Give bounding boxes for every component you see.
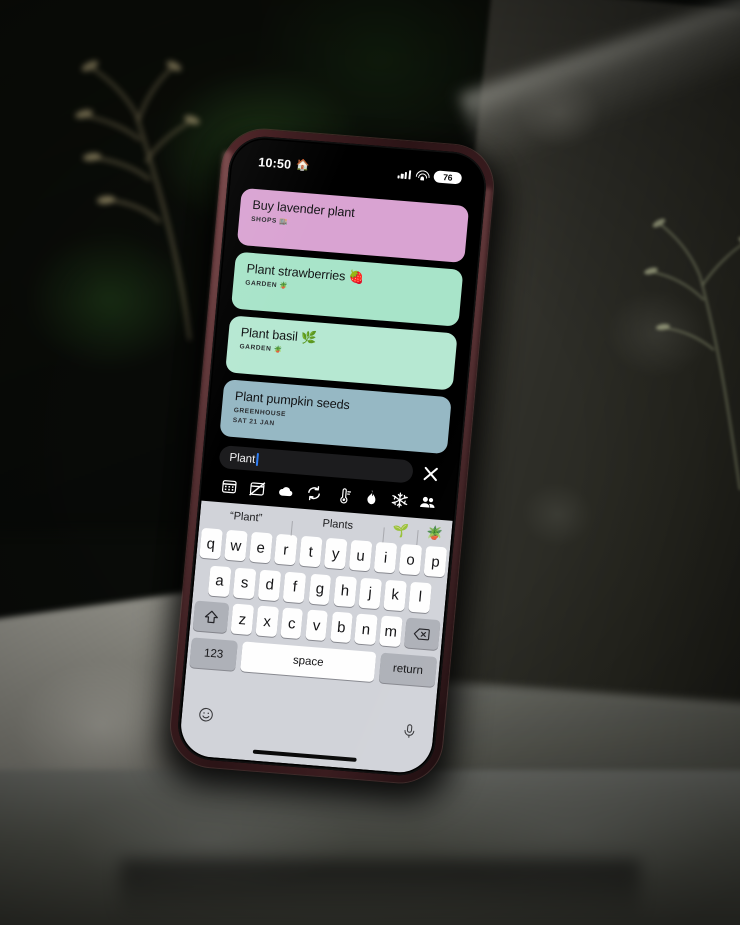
home-indicator bbox=[252, 750, 357, 762]
key-d[interactable]: d bbox=[258, 569, 282, 601]
task-card[interactable]: Plant strawberries 🍓 GARDEN 🪴 bbox=[230, 251, 464, 327]
suggestion-emoji-potted-plant[interactable]: 🪴 bbox=[417, 525, 452, 541]
people-icon[interactable] bbox=[418, 493, 436, 511]
phone-screen: 10:50 🏠 76 Buy lavender plant SHOPS 🏬 Pl… bbox=[178, 137, 486, 775]
key-v[interactable]: v bbox=[305, 609, 329, 642]
status-bar-left: 10:50 🏠 bbox=[258, 155, 311, 173]
keyboard-bottom-bar bbox=[178, 673, 436, 773]
task-input-value: Plant bbox=[228, 451, 256, 466]
key-x[interactable]: x bbox=[255, 605, 279, 638]
key-c[interactable]: c bbox=[280, 607, 304, 640]
house-icon: 🏠 bbox=[295, 158, 311, 172]
microphone-icon[interactable] bbox=[401, 722, 418, 739]
phone-device: 10:50 🏠 76 Buy lavender plant SHOPS 🏬 Pl… bbox=[153, 126, 512, 809]
emoji-icon[interactable] bbox=[197, 706, 214, 723]
key-w[interactable]: w bbox=[224, 529, 248, 562]
key-o[interactable]: o bbox=[398, 543, 423, 576]
wifi-icon bbox=[415, 169, 430, 181]
cloud-icon[interactable] bbox=[277, 482, 295, 500]
key-e[interactable]: e bbox=[249, 531, 273, 564]
key-u[interactable]: u bbox=[349, 539, 373, 572]
key-p[interactable]: p bbox=[423, 545, 448, 578]
key-l[interactable]: l bbox=[408, 581, 432, 613]
key-a[interactable]: a bbox=[207, 565, 232, 597]
status-bar-right: 76 bbox=[397, 167, 463, 185]
snowflake-icon[interactable] bbox=[390, 491, 408, 509]
close-icon[interactable] bbox=[420, 463, 442, 485]
key-i[interactable]: i bbox=[373, 541, 398, 574]
key-f[interactable]: f bbox=[283, 571, 307, 603]
status-time: 10:50 bbox=[257, 155, 292, 172]
repeat-icon[interactable] bbox=[305, 484, 323, 502]
key-t[interactable]: t bbox=[299, 535, 323, 568]
key-b[interactable]: b bbox=[329, 611, 353, 644]
numbers-key[interactable]: 123 bbox=[189, 636, 238, 671]
suggestion-item[interactable]: Plants bbox=[291, 516, 384, 534]
text-caret bbox=[255, 452, 259, 467]
battery-indicator: 76 bbox=[433, 170, 463, 185]
key-h[interactable]: h bbox=[333, 575, 357, 607]
return-key[interactable]: return bbox=[378, 652, 438, 687]
task-list: Buy lavender plant SHOPS 🏬 Plant strawbe… bbox=[207, 175, 482, 455]
calendar-icon[interactable] bbox=[220, 477, 238, 495]
shift-icon[interactable] bbox=[192, 600, 230, 634]
key-q[interactable]: q bbox=[199, 527, 223, 560]
key-s[interactable]: s bbox=[232, 567, 257, 599]
suggestion-emoji-seedling[interactable]: 🌱 bbox=[383, 522, 418, 538]
suggestion-item[interactable]: “Plant” bbox=[200, 509, 293, 527]
key-k[interactable]: k bbox=[383, 579, 407, 611]
on-screen-keyboard: “Plant” Plants 🌱 🪴 q w e r t y u i o p a… bbox=[178, 500, 453, 775]
backspace-icon[interactable] bbox=[403, 617, 441, 651]
no-date-icon[interactable] bbox=[248, 479, 266, 497]
cellular-signal-icon bbox=[397, 169, 412, 179]
key-r[interactable]: r bbox=[274, 533, 298, 566]
key-n[interactable]: n bbox=[354, 613, 378, 646]
task-card[interactable]: Buy lavender plant SHOPS 🏬 bbox=[236, 187, 470, 263]
key-y[interactable]: y bbox=[324, 537, 348, 570]
task-card[interactable]: Plant basil 🌿 GARDEN 🪴 bbox=[225, 315, 458, 391]
key-z[interactable]: z bbox=[230, 603, 254, 636]
flame-icon[interactable] bbox=[362, 489, 380, 507]
key-g[interactable]: g bbox=[308, 573, 332, 605]
key-m[interactable]: m bbox=[379, 615, 403, 648]
key-j[interactable]: j bbox=[358, 577, 382, 609]
thermometer-icon[interactable] bbox=[333, 486, 351, 504]
space-key[interactable]: space bbox=[240, 640, 377, 682]
